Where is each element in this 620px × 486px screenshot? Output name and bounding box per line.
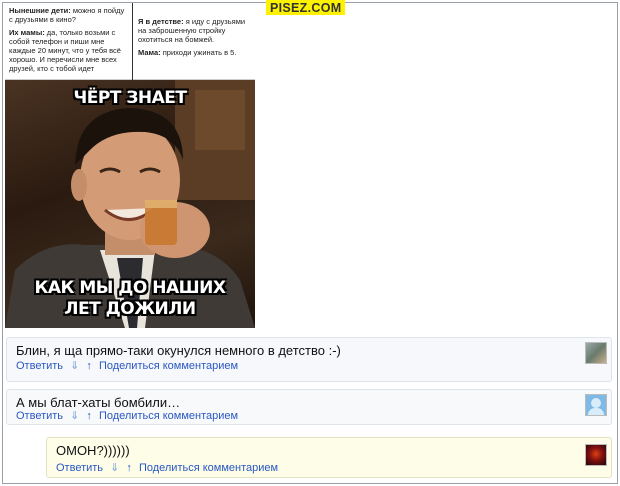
panel-right-p1: Я в детстве: я иду с друзьями на заброше… [138,17,251,44]
share-comment-link[interactable]: Поделиться комментарием [139,462,278,474]
meme-caption-bottom-line1: КАК МЫ ДО НАШИХ [34,278,226,298]
vote-down-icon[interactable]: ⇓ [110,462,119,474]
panel-right-p2: Мама: приходи ужинать в 5. [138,48,251,57]
panel-left-p2: Их мамы: да, только возьми с собой телеф… [9,28,128,73]
user-photo-icon[interactable] [585,342,607,364]
site-watermark: PISEZ.COM [266,0,346,15]
vote-down-icon[interactable]: ⇓ [70,360,79,372]
vote-up-icon[interactable]: ↑ [126,462,132,474]
comment-actions: Ответить ⇓ ↑ Поделиться комментарием [16,409,242,422]
reply-link[interactable]: Ответить [16,410,63,422]
comment-text: Блин, я ща прямо-таки окунулся немного в… [16,343,341,358]
label-mom: Мама: [138,48,161,57]
glass-rim [145,200,177,208]
label-their-moms: Их мамы: [9,28,45,37]
ear [71,169,87,201]
reply-link[interactable]: Ответить [56,462,103,474]
label-me-as-child: Я в детстве: [138,17,184,26]
avatar-shoulders [588,408,604,415]
panel-left-p1: Нынешние дети: можно я пойду с друзьями … [9,6,128,24]
vote-up-icon[interactable]: ↑ [86,360,92,372]
avatar-head [591,398,601,408]
comment-item: А мы блат-хаты бомбили… Ответить ⇓ ↑ Под… [6,389,612,425]
meme-caption-top: ЧЁРТ ЗНАЕТ [73,88,188,108]
reply-link[interactable]: Ответить [16,360,63,372]
comment-item: Блин, я ща прямо-таки окунулся немного в… [6,337,612,382]
user-photo-icon[interactable] [585,444,607,466]
panel-left-column: Нынешние дети: можно я пойду с друзьями … [5,3,133,80]
share-comment-link[interactable]: Поделиться комментарием [99,360,238,372]
share-comment-link[interactable]: Поделиться комментарием [99,410,238,422]
comment-reply-item: ОМОН?)))))) Ответить ⇓ ↑ Поделиться комм… [46,437,612,478]
text-panel: Нынешние дети: можно я пойду с друзьями … [5,3,255,80]
default-user-icon[interactable] [585,394,607,416]
label-kids-now: Нынешние дети: [9,6,71,15]
vote-up-icon[interactable]: ↑ [86,410,92,422]
meme-caption-bottom-line2: ЛЕТ ДОЖИЛИ [64,299,196,319]
comment-text: ОМОН?)))))) [56,443,130,458]
text-mom: приходи ужинать в 5. [160,48,237,57]
meme-image: ЧЁРТ ЗНАЕТ КАК МЫ ДО НАШИХ ЛЕТ ДОЖИЛИ [5,80,255,328]
panel-right-column: Я в детстве: я иду с друзьями на заброше… [134,3,255,80]
comment-text: А мы блат-хаты бомбили… [16,395,181,410]
vote-down-icon[interactable]: ⇓ [70,410,79,422]
comment-actions: Ответить ⇓ ↑ Поделиться комментарием [56,461,282,474]
meme-caption-bottom: КАК МЫ ДО НАШИХ ЛЕТ ДОЖИЛИ [5,278,255,320]
comment-actions: Ответить ⇓ ↑ Поделиться комментарием [16,359,242,372]
